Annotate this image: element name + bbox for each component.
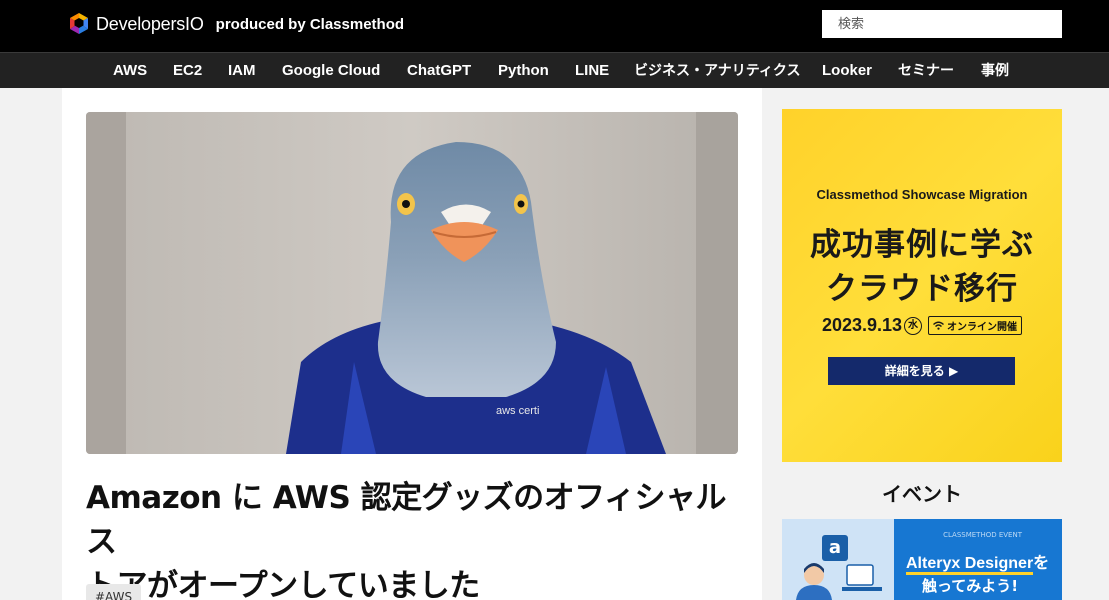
article-main: aws certi Amazon に AWS 認定グッズのオフィシャルス トアが… [62,88,762,600]
nav-item-python[interactable]: Python [498,53,549,88]
banner-date: 2023.9.13 [821,315,903,335]
event-title-line-2: 触ってみよう! [922,577,1019,595]
pigeon-mask-photo: aws certi [86,112,738,454]
developersio-logo-icon [70,13,88,34]
search-input[interactable] [822,10,1062,38]
nav-item-looker[interactable]: Looker [822,53,872,88]
banner-date-row: 2023.9.13 水 オンライン開催 [782,315,1062,336]
online-badge: オンライン開催 [928,316,1023,335]
nav-item-iam[interactable]: IAM [228,53,256,88]
person-illustration-icon [796,563,882,600]
event-kicker: CLASSMETHOD EVENT [943,531,1022,539]
article-title-line-1: Amazon に AWS 認定グッズのオフィシャルス [86,480,727,560]
site-logo[interactable]: DevelopersIO produced by Classmethod [68,11,404,37]
nav-item-business-analytics[interactable]: ビジネス・アナリティクス [634,53,800,88]
event-title-line-1: Alteryx Designerを [906,549,1050,575]
category-nav: AWS EC2 IAM Google Cloud ChatGPT Python … [0,52,1109,88]
event-title-product: Alteryx Designer [906,555,1034,575]
logo-text: DevelopersIO [96,13,204,34]
article-hero-image: aws certi [86,112,738,454]
tag-aws[interactable]: #AWS [86,584,142,600]
details-button[interactable]: 詳細を見る ▶ [828,357,1015,385]
nav-item-aws[interactable]: AWS [113,53,147,88]
banner-subtitle: Classmethod Showcase Migration [816,187,1028,202]
nav-item-chatgpt[interactable]: ChatGPT [407,53,471,88]
site-header: DevelopersIO produced by Classmethod [0,0,1109,52]
wifi-icon [933,321,944,330]
article-title[interactable]: Amazon に AWS 認定グッズのオフィシャルス トアがオープンしていました [86,476,738,600]
nav-item-line[interactable]: LINE [575,53,609,88]
alteryx-event-card[interactable]: a CLASSMETHOD EVENT Alteryx Designerを 触っ… [782,519,1062,600]
nav-item-ec2[interactable]: EC2 [173,53,202,88]
online-label: オンライン開催 [947,322,1018,333]
banner-headline-1: 成功事例に学ぶ [810,227,1034,263]
nav-item-seminar[interactable]: セミナー [898,53,954,88]
nav-item-google-cloud[interactable]: Google Cloud [282,53,380,88]
events-heading: イベント [882,482,962,506]
migration-banner[interactable]: Classmethod Showcase Migration 成功事例に学ぶ ク… [782,109,1062,462]
event-title-particle: を [1033,555,1050,572]
banner-weekday: 水 [904,316,923,335]
banner-headline-2: クラウド移行 [826,271,1018,307]
nav-item-case-studies[interactable]: 事例 [981,53,1009,88]
shirt-text: aws certi [496,405,539,417]
article-title-line-2: トアがオープンしていました [86,568,480,600]
logo-subtitle: produced by Classmethod [215,15,405,33]
